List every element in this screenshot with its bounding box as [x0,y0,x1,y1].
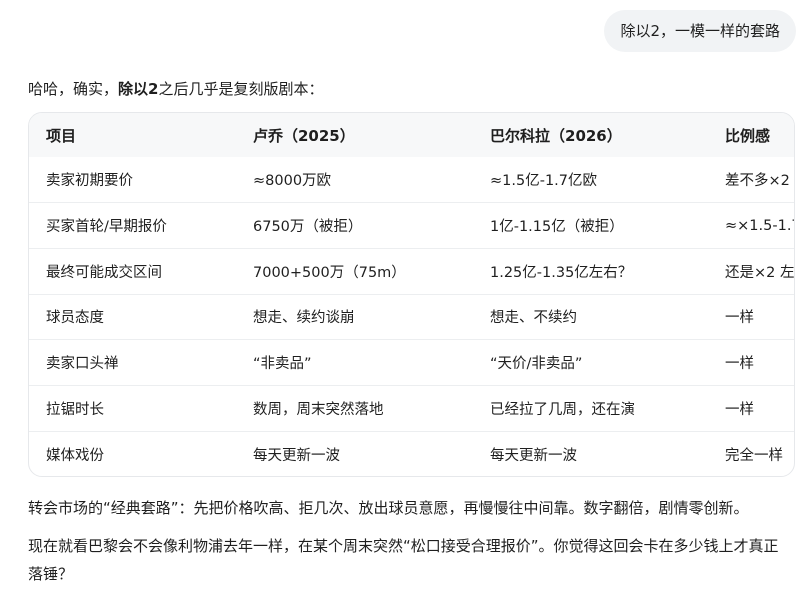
intro-prefix: 哈哈，确实， [28,80,119,98]
table-header-row: 项目 卢乔（2025） 巴尔科拉（2026） 比例感 [29,113,794,157]
cell-lucho: 想走、续约谈崩 [236,293,473,340]
cell-item: 拉锯时长 [29,384,236,432]
cell-lucho: 6750万（被拒） [236,202,473,249]
cell-item: 最终可能成交区间 [29,247,236,295]
cell-lucho: 数周，周末突然落地 [236,384,473,432]
cell-lucho: ≈8000万欧 [253,173,332,190]
cell-ratio: 一样 [708,293,794,340]
intro-suffix: 之后几乎是复刻版剧本： [158,80,324,98]
table-row: 球员态度 想走、续约谈崩 想走、不续约 一样 [29,293,794,340]
header-ratio: 比例感 [725,126,771,145]
outro-paragraph-1: 转会市场的“经典套路”：先把价格吹高、拒几次、放出球员意愿，再慢慢往中间靠。数字… [28,499,749,517]
table-row: 买家首轮/早期报价 6750万（被拒） 1亿-1.15亿（被拒） ≈×1.5-1… [29,202,794,249]
cell-item: 卖家初期要价 [46,173,133,190]
assistant-intro: 哈哈，确实，除以2之后几乎是复刻版剧本： [28,79,323,99]
cell-barcola: “天价/非卖品” [473,339,708,386]
table-row: 媒体戏份 每天更新一波 每天更新一波 完全一样 [29,430,794,476]
cell-barcola: 想走、不续约 [473,293,708,340]
cell-lucho: 7000+500万（75m） [236,247,473,295]
cell-ratio: 一样 [708,339,794,386]
cell-lucho: 每天更新一波 [236,430,473,476]
table-row: 拉锯时长 数周，周末突然落地 已经拉了几周，还在演 一样 [29,384,794,432]
cell-barcola: 1亿-1.15亿（被拒） [473,202,708,249]
cell-ratio: 完全一样 [708,430,794,476]
cell-lucho: “非卖品” [236,339,473,386]
header-item: 项目 [46,126,77,145]
cell-ratio: 一样 [708,384,794,432]
intro-bold: 除以2 [118,80,159,98]
comparison-table-card: 项目 卢乔（2025） 巴尔科拉（2026） 比例感 卖家初期要价 ≈8000万… [28,112,795,477]
cell-item: 球员态度 [29,293,236,340]
user-message-bubble: 除以2，一模一样的套路 [604,10,796,52]
cell-item: 卖家口头禅 [29,339,236,386]
cell-item: 媒体戏份 [29,430,236,476]
outro-paragraph-2: 现在就看巴黎会不会像利物浦去年一样，在某个周末突然“松口接受合理报价”。你觉得这… [28,537,779,583]
cell-ratio: ≈×1.5-1.7 [708,202,794,249]
table-row: 卖家初期要价 ≈8000万欧 ≈1.5亿-1.7亿欧 差不多×2 [29,157,794,203]
cell-barcola: ≈1.5亿-1.7亿欧 [490,173,598,190]
user-message-text: 除以2，一模一样的套路 [620,22,780,40]
cell-barcola: 已经拉了几周，还在演 [473,384,708,432]
table-row: 卖家口头禅 “非卖品” “天价/非卖品” 一样 [29,339,794,386]
cell-barcola: 每天更新一波 [473,430,708,476]
table-row: 最终可能成交区间 7000+500万（75m） 1.25亿-1.35亿左右？ 还… [29,247,794,295]
cell-item: 买家首轮/早期报价 [29,202,236,249]
header-barcola: 巴尔科拉（2026） [490,126,622,145]
comparison-table: 项目 卢乔（2025） 巴尔科拉（2026） 比例感 卖家初期要价 ≈8000万… [29,113,794,476]
cell-ratio: 差不多×2 [725,173,790,190]
cell-barcola: 1.25亿-1.35亿左右？ [473,247,708,295]
cell-ratio: 还是×2 左右 [708,247,794,295]
header-lucho: 卢乔（2025） [253,126,355,145]
